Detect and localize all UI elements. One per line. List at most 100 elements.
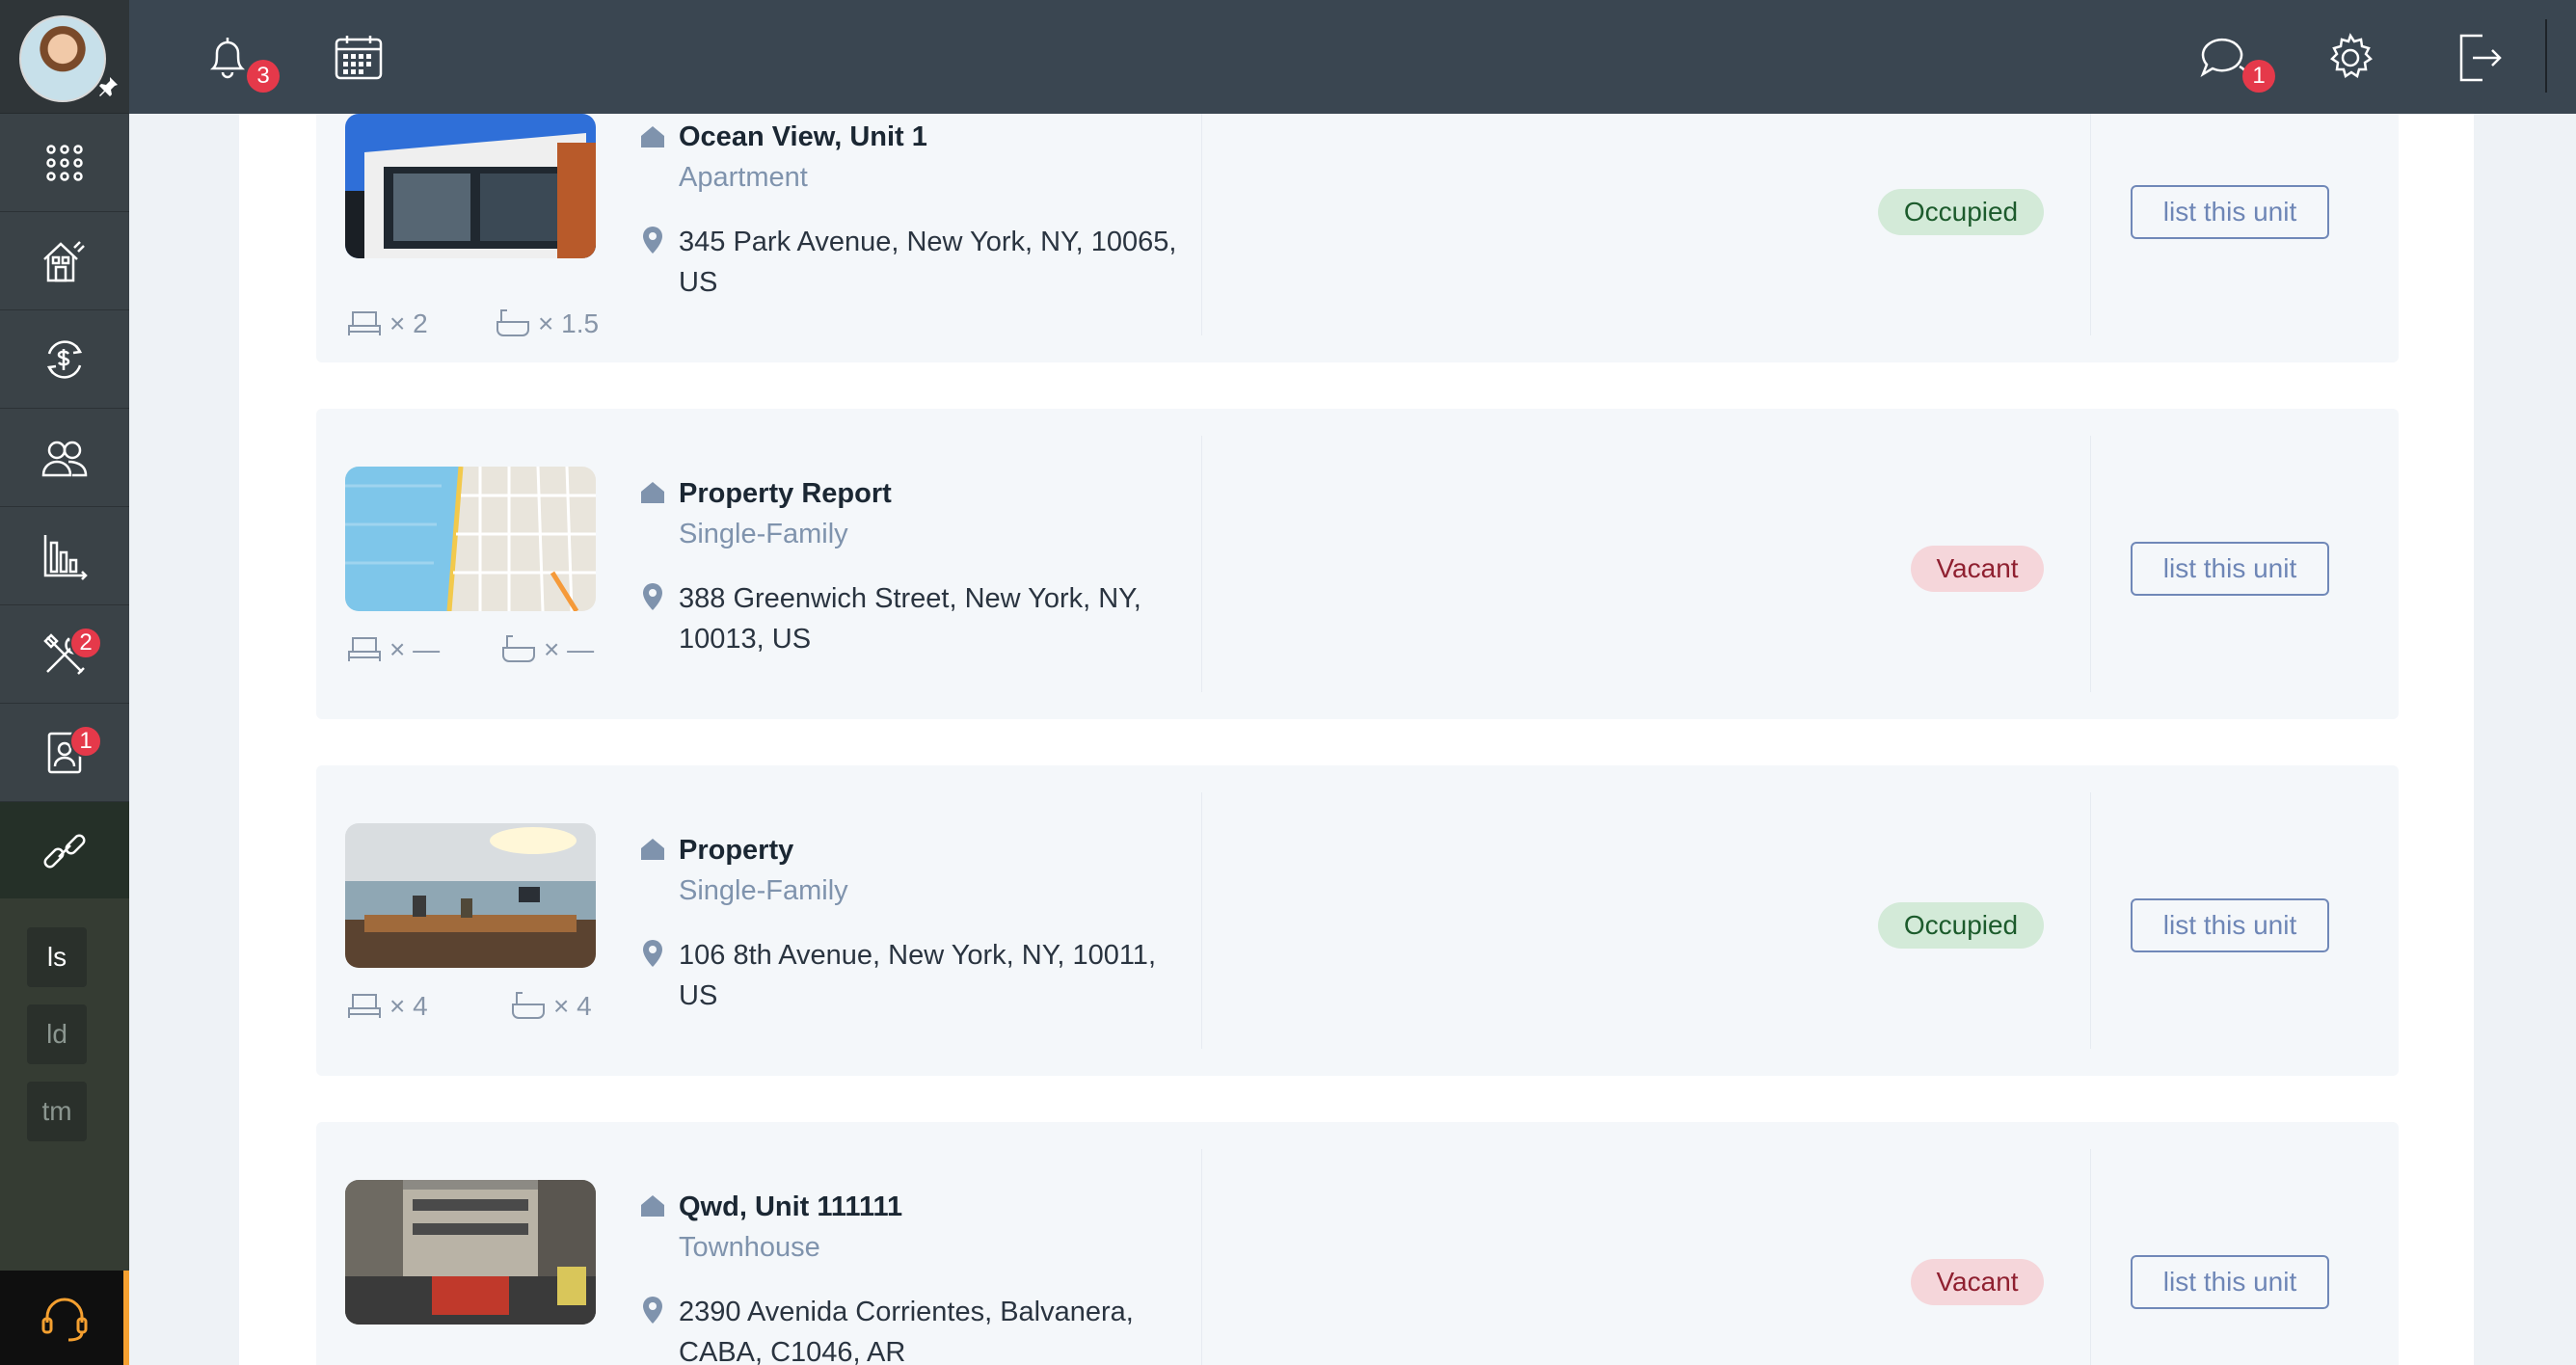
unit-type: Apartment xyxy=(679,162,808,193)
headset-icon xyxy=(41,1298,88,1342)
support-button[interactable] xyxy=(0,1271,129,1365)
bedrooms-spec: × 2 xyxy=(345,307,428,339)
bathrooms-spec: × 1.5 xyxy=(494,307,599,339)
photo-modern-building xyxy=(345,114,596,258)
bedrooms-spec: × — xyxy=(345,632,440,665)
status-badge: Occupied xyxy=(1878,902,2044,949)
listings-panel: × 2 × 1.5 Ocean View, Unit 1 Apartment 3… xyxy=(239,114,2474,1365)
column-divider xyxy=(1201,1149,1202,1365)
apps-grid-icon xyxy=(46,144,83,181)
workspace-chip-ls[interactable]: ls xyxy=(27,927,87,987)
unit-address: 2390 Avenida Corrientes, Balvanera, CABA… xyxy=(679,1297,1134,1365)
column-divider xyxy=(2090,1149,2091,1365)
home-icon xyxy=(641,839,664,860)
workspace-switcher: ls ld tm xyxy=(0,898,129,1271)
property-photo[interactable] xyxy=(345,114,596,258)
user-avatar-area xyxy=(0,0,129,114)
calendar-button[interactable] xyxy=(328,27,389,89)
property-icon xyxy=(43,240,85,281)
bed-icon xyxy=(348,637,381,661)
notifications-badge: 3 xyxy=(247,60,280,93)
location-pin-icon xyxy=(643,1297,662,1324)
unit-name[interactable]: Property xyxy=(679,835,793,867)
sidebar-item-properties[interactable] xyxy=(0,212,129,310)
bathtub-icon xyxy=(502,635,535,662)
workspace-chip-tm[interactable]: tm xyxy=(27,1082,87,1141)
unit-address: 106 8th Avenue, New York, NY, 10011, US xyxy=(679,940,1156,1011)
bed-icon xyxy=(348,311,381,335)
unit-address: 388 Greenwich Street, New York, NY, 1001… xyxy=(679,583,1141,655)
reports-icon xyxy=(43,534,88,580)
unit-name[interactable]: Qwd, Unit 111111 xyxy=(679,1191,902,1223)
column-divider xyxy=(2090,436,2091,692)
bathrooms-count: × 1.5 xyxy=(538,308,600,338)
bedrooms-spec: × 4 xyxy=(345,989,428,1022)
support-accent xyxy=(123,1271,129,1365)
pin-icon[interactable] xyxy=(96,75,120,98)
finance-icon xyxy=(46,339,83,379)
sidebar: 2 1 ls ld tm xyxy=(0,0,129,1365)
bathtub-icon xyxy=(496,309,529,336)
gear-icon xyxy=(2330,33,2373,78)
sidebar-item-links[interactable] xyxy=(0,802,129,900)
logout-icon xyxy=(2459,34,2502,82)
workspace-chip-ld[interactable]: ld xyxy=(27,1004,87,1064)
sidebar-item-finance[interactable] xyxy=(0,310,129,409)
bed-icon xyxy=(348,994,381,1018)
listing-card: × 2 × 1.5 Ocean View, Unit 1 Apartment 3… xyxy=(316,114,2399,362)
bathtub-icon xyxy=(512,992,545,1019)
list-this-unit-button[interactable]: list this unit xyxy=(2131,898,2329,952)
column-divider xyxy=(1201,114,1202,335)
status-badge: Vacant xyxy=(1911,1259,2044,1305)
link-icon xyxy=(43,834,86,868)
people-icon xyxy=(41,441,88,476)
column-divider xyxy=(1201,792,1202,1049)
photo-interior xyxy=(345,823,596,968)
logout-button[interactable] xyxy=(2449,27,2510,89)
property-photo[interactable] xyxy=(345,1180,596,1325)
location-pin-icon xyxy=(643,227,662,254)
listing-card: × — × — Property Report Single-Family 38… xyxy=(316,409,2399,719)
messages-badge: 1 xyxy=(2242,60,2275,93)
chat-icon xyxy=(2200,38,2247,77)
sidebar-item-reports[interactable] xyxy=(0,507,129,605)
status-badge: Occupied xyxy=(1878,189,2044,235)
home-icon xyxy=(641,482,664,503)
photo-map xyxy=(345,467,596,611)
column-divider xyxy=(1201,436,1202,692)
settings-button[interactable] xyxy=(2320,27,2381,89)
property-photo[interactable] xyxy=(345,467,596,611)
unit-name[interactable]: Ocean View, Unit 1 xyxy=(679,121,927,153)
calendar-icon xyxy=(335,36,383,80)
column-divider xyxy=(2090,792,2091,1049)
list-this-unit-button[interactable]: list this unit xyxy=(2131,185,2329,239)
sidebar-item-tenant-files[interactable]: 1 xyxy=(0,704,129,802)
bathrooms-count: × 4 xyxy=(553,991,592,1021)
property-photo[interactable] xyxy=(345,823,596,968)
home-icon xyxy=(641,1195,664,1217)
top-bar: 3 1 xyxy=(129,0,2576,114)
sidebar-item-apps[interactable] xyxy=(0,114,129,212)
bedrooms-count: × 4 xyxy=(389,991,428,1021)
sidebar-item-maintenance[interactable]: 2 xyxy=(0,605,129,704)
bell-icon xyxy=(209,38,246,79)
bedrooms-count: × — xyxy=(389,634,441,664)
bathrooms-spec: × 4 xyxy=(509,989,592,1022)
avatar[interactable] xyxy=(19,15,106,102)
unit-type: Single-Family xyxy=(679,519,848,549)
list-this-unit-button[interactable]: list this unit xyxy=(2131,542,2329,596)
list-this-unit-button[interactable]: list this unit xyxy=(2131,1255,2329,1309)
unit-type: Townhouse xyxy=(679,1232,820,1263)
location-pin-icon xyxy=(643,583,662,610)
unit-type: Single-Family xyxy=(679,875,848,906)
maintenance-badge: 2 xyxy=(69,627,102,659)
unit-name[interactable]: Property Report xyxy=(679,478,892,510)
sidebar-item-people[interactable] xyxy=(0,409,129,507)
status-badge: Vacant xyxy=(1911,546,2044,592)
location-pin-icon xyxy=(643,940,662,967)
listing-card: Qwd, Unit 111111 Townhouse 2390 Avenida … xyxy=(316,1122,2399,1365)
photo-street xyxy=(345,1180,596,1325)
bedrooms-count: × 2 xyxy=(389,308,428,338)
unit-address: 345 Park Avenue, New York, NY, 10065, US xyxy=(679,227,1177,298)
bathrooms-spec: × — xyxy=(499,632,594,665)
